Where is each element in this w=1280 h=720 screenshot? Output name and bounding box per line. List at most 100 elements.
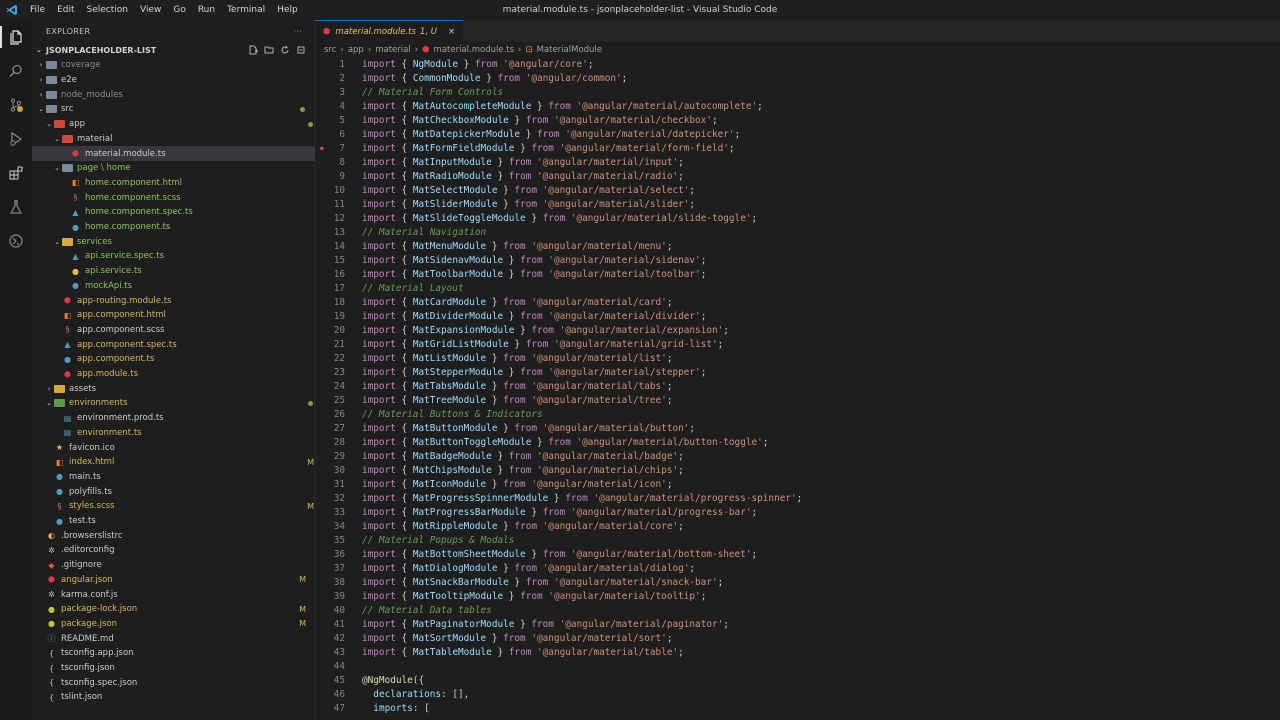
keyword: import xyxy=(362,143,396,154)
tree-item[interactable]: ◆ .gitignore xyxy=(32,558,318,573)
close-icon[interactable]: × xyxy=(448,27,455,37)
tree-item[interactable]: ◧app.component.htmlM xyxy=(32,308,334,323)
module-path: '@angular/material/checkbox' xyxy=(553,115,712,126)
tree-item[interactable]: ✲ .editorconfig xyxy=(32,543,318,558)
tree-item[interactable]: ◧ index.html M xyxy=(32,455,326,470)
tree-item[interactable]: › node_modules xyxy=(32,87,318,102)
tree-item[interactable]: › e2e xyxy=(32,73,318,88)
tree-item[interactable]: § styles.scss M xyxy=(32,499,326,514)
remote-icon[interactable] xyxy=(0,226,32,256)
tree-item[interactable]: {tsconfig.app.json xyxy=(32,646,318,661)
line-source: import { MatCheckboxModule } from '@angu… xyxy=(362,114,718,128)
breadcrumb-item[interactable]: src xyxy=(324,45,336,55)
explorer-icon[interactable] xyxy=(0,22,32,52)
tree-item[interactable]: ⬢app-routing.module.tsM xyxy=(32,293,334,308)
tree-item[interactable]: ⌄ environments xyxy=(32,396,326,411)
tab-material-module[interactable]: ⬢ material.module.ts 1, U × xyxy=(315,20,464,43)
tree-item[interactable]: ▲home.component.spec.tsU xyxy=(32,205,342,220)
breadcrumb-item[interactable]: material.module.ts xyxy=(434,45,515,55)
tree-item-label: app-routing.module.ts xyxy=(77,295,172,306)
chevron-right-icon: › xyxy=(518,45,522,55)
tree-item[interactable]: ⬢material.module.ts1, U xyxy=(32,146,342,161)
menu-run[interactable]: Run xyxy=(192,0,221,20)
keyword: import xyxy=(362,115,396,126)
run-debug-icon[interactable] xyxy=(0,124,32,154)
menu-view[interactable]: View xyxy=(134,0,167,20)
menu-file[interactable]: File xyxy=(24,0,51,20)
menu-edit[interactable]: Edit xyxy=(51,0,80,20)
imported-symbol: MatPaginatorModule xyxy=(412,619,515,630)
module-path: '@angular/material/core' xyxy=(542,521,679,532)
tree-item[interactable]: ● package-lock.json M xyxy=(32,602,318,617)
collapse-all-icon[interactable] xyxy=(296,45,306,55)
tree-item[interactable]: ●api.service.tsU xyxy=(32,264,342,279)
line-number: 36 xyxy=(333,549,345,560)
line-source: import { MatStepperModule } from '@angul… xyxy=(362,366,706,380)
line-source: import { MatTooltipModule } from '@angul… xyxy=(362,590,706,604)
punctuation: { xyxy=(395,255,413,266)
menu-help[interactable]: Help xyxy=(271,0,304,20)
tree-item[interactable]: ● package.json M xyxy=(32,617,318,632)
tree-item[interactable]: ⓘ README.md xyxy=(32,631,318,646)
folder-icon xyxy=(54,398,65,408)
tree-item[interactable]: › assets xyxy=(32,381,326,396)
tree-item-label: angular.json xyxy=(61,574,113,585)
tree-item[interactable]: §home.component.scssU xyxy=(32,190,342,205)
keyword: from xyxy=(525,339,549,350)
refresh-icon[interactable] xyxy=(280,45,290,55)
breadcrumb-item[interactable]: MaterialModule xyxy=(537,45,602,55)
tree-item[interactable]: {tslint.json xyxy=(32,690,318,705)
tree-item[interactable]: ⬢ angular.json M xyxy=(32,573,318,588)
scss-file-icon: § xyxy=(73,193,78,203)
line-number: 4 xyxy=(339,101,345,112)
source-control-icon[interactable] xyxy=(0,90,32,120)
search-icon[interactable] xyxy=(0,56,32,86)
breadcrumb-item[interactable]: app xyxy=(348,45,364,55)
tree-item[interactable]: ◐ .browserslistrc xyxy=(32,528,318,543)
punctuation: { xyxy=(395,395,413,406)
tree-item[interactable]: ▤environment.tsM xyxy=(32,426,334,441)
tree-item[interactable]: ⌄ material xyxy=(32,132,334,147)
tree-item[interactable]: ⌄ app xyxy=(32,117,326,132)
line-source: // Material Popups & Modals xyxy=(362,534,514,548)
menu-selection[interactable]: Selection xyxy=(81,0,134,20)
tree-item[interactable]: ⌄ services xyxy=(32,234,334,249)
new-file-icon[interactable] xyxy=(248,45,258,55)
folder-icon xyxy=(62,163,73,173)
menu-terminal[interactable]: Terminal xyxy=(221,0,271,20)
folder-shape xyxy=(46,105,57,114)
more-actions-icon[interactable]: ··· xyxy=(293,27,302,36)
tree-item[interactable]: ◧home.component.htmlU xyxy=(32,176,342,191)
tree-item[interactable]: {tsconfig.spec.json xyxy=(32,675,318,690)
tree-item[interactable]: ● test.ts xyxy=(32,514,326,529)
testing-icon[interactable] xyxy=(0,192,32,222)
tree-item[interactable]: ⌄ src xyxy=(32,102,318,117)
tree-item[interactable]: § app.component.scss xyxy=(32,323,334,338)
tree-item[interactable]: ⬢app.module.tsM xyxy=(32,367,334,382)
tree-item[interactable]: ★ favicon.ico xyxy=(32,440,326,455)
tree-item[interactable]: ⌄ page \ home xyxy=(32,161,334,176)
module-path: '@angular/material/bottom-sheet' xyxy=(570,549,752,560)
line-number: 22 xyxy=(333,353,345,364)
new-folder-icon[interactable] xyxy=(264,45,274,55)
tree-item[interactable]: ●home.component.tsU xyxy=(32,220,342,235)
folder-icon xyxy=(62,237,73,247)
code-line: 34 import { MatRippleModule } from '@angu… xyxy=(315,520,1280,534)
tree-item[interactable]: ▤ environment.prod.ts xyxy=(32,411,334,426)
breadcrumb-item[interactable]: material xyxy=(375,45,410,55)
tree-item[interactable]: ● polyfills.ts xyxy=(32,484,326,499)
menu-go[interactable]: Go xyxy=(167,0,191,20)
tree-item[interactable]: {tsconfig.json xyxy=(32,661,318,676)
project-root[interactable]: ⌄ JSONPLACEHOLDER-LIST xyxy=(32,42,314,58)
tree-item[interactable]: › coverage xyxy=(32,58,318,73)
tree-item[interactable]: ●app.component.tsM xyxy=(32,352,334,367)
tree-item[interactable]: ✲ karma.conf.js xyxy=(32,587,318,602)
extensions-icon[interactable] xyxy=(0,158,32,188)
chevron-down-icon: ⌄ xyxy=(46,120,52,129)
tree-item[interactable]: ● main.ts xyxy=(32,470,326,485)
tree-item[interactable]: ▲app.component.spec.tsM xyxy=(32,337,334,352)
tree-item[interactable]: ▲api.service.spec.tsU xyxy=(32,249,342,264)
line-number: 47 xyxy=(333,703,345,714)
tree-item[interactable]: ●mockApi.tsU xyxy=(32,279,342,294)
keyword: from xyxy=(514,185,537,196)
